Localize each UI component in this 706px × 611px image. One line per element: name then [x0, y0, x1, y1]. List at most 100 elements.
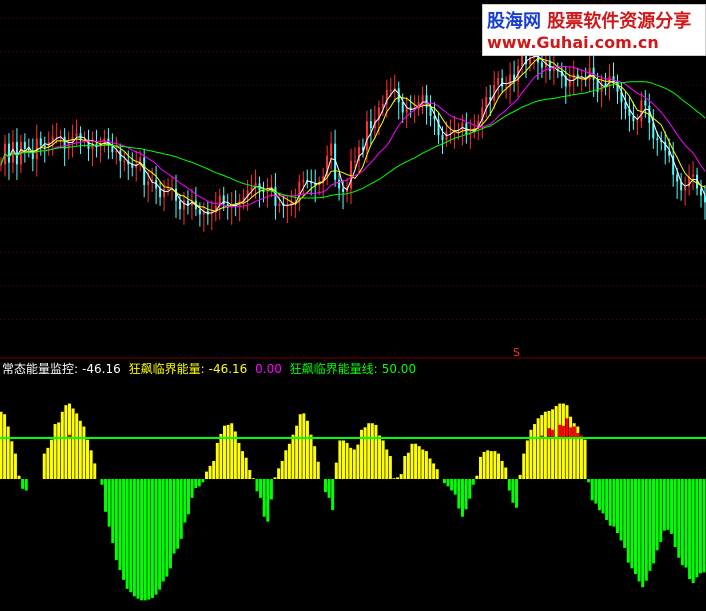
energy-bar-positive — [428, 458, 432, 479]
energy-bar-negative — [24, 479, 28, 491]
energy-bar-negative — [179, 479, 183, 539]
candle-body — [552, 69, 555, 72]
candle-body — [55, 136, 58, 138]
energy-bar-positive — [352, 449, 356, 479]
candle-body — [182, 200, 185, 210]
candle-body — [147, 181, 150, 186]
energy-bar-negative — [262, 479, 266, 517]
candlestick-layer — [0, 34, 706, 232]
energy-bar-positive — [67, 403, 71, 479]
energy-bar-positive — [82, 426, 86, 479]
candle-body — [401, 102, 404, 113]
energy-bar-negative — [269, 479, 273, 500]
energy-bar-negative — [132, 479, 136, 597]
energy-bar-positive — [6, 426, 10, 479]
energy-bar-exceed — [551, 429, 555, 438]
energy-bar-negative — [515, 479, 519, 508]
energy-bar-negative — [684, 479, 688, 568]
energy-bar-positive — [3, 414, 7, 479]
ma-long2-line — [0, 81, 706, 199]
energy-bar-negative — [190, 479, 194, 498]
energy-bar-positive — [338, 440, 342, 479]
energy-bar-negative — [637, 479, 641, 582]
energy-bar-negative — [673, 479, 677, 548]
energy-bar-negative — [107, 479, 111, 527]
energy-bar-negative — [168, 479, 172, 569]
energy-bar-negative — [194, 479, 198, 489]
energy-bar-positive — [89, 450, 93, 479]
energy-bar-negative — [662, 479, 666, 531]
line-label: 狂飙临界能量线: — [289, 362, 378, 376]
candle-body — [365, 121, 368, 151]
signal-marker: S — [513, 346, 520, 359]
candle-body — [461, 122, 464, 130]
candle-body — [684, 186, 687, 191]
energy-bar-negative — [140, 479, 144, 601]
energy-bar-negative — [104, 479, 108, 512]
energy-bar-negative — [688, 479, 692, 580]
energy-bar-negative — [619, 479, 623, 541]
energy-bar-positive — [432, 463, 436, 479]
energy-bar-positive — [403, 456, 407, 479]
energy-bar-negative — [21, 479, 25, 489]
energy-bar-positive — [60, 411, 64, 479]
candle-body — [485, 97, 488, 108]
energy-bar-negative — [680, 479, 684, 566]
critical-value: -46.16 — [208, 362, 248, 376]
energy-bar-negative — [143, 479, 147, 601]
energy-bar-positive — [417, 446, 421, 479]
energy-bar-negative — [659, 479, 663, 543]
energy-bar-negative — [114, 479, 118, 561]
energy-bar-positive — [251, 478, 255, 479]
candle-body — [11, 141, 14, 163]
critical-label: 狂飙临界能量: — [128, 362, 205, 376]
energy-bar-positive — [57, 422, 61, 479]
energy-bar-positive — [399, 474, 403, 479]
energy-bar-positive — [424, 451, 428, 479]
energy-bar-positive — [75, 413, 79, 479]
candle-body — [27, 148, 30, 151]
energy-bar-positive — [356, 444, 360, 479]
candle-body — [353, 160, 356, 162]
energy-bar-positive — [49, 439, 53, 479]
energy-bar-layer — [0, 403, 706, 601]
energy-bar-positive — [316, 461, 320, 479]
energy-bar-negative — [197, 479, 201, 487]
energy-bar-positive — [385, 449, 389, 479]
energy-bar-positive — [302, 413, 306, 479]
energy-bar-negative — [634, 479, 638, 575]
energy-bar-negative — [666, 479, 670, 530]
energy-bar-positive — [497, 453, 501, 479]
energy-bar-positive — [500, 460, 504, 479]
energy-bar-positive — [525, 440, 529, 479]
energy-bar-positive — [486, 450, 490, 479]
energy-bar-negative — [186, 479, 190, 515]
candle-body — [692, 174, 695, 177]
candle-body — [441, 135, 444, 141]
energy-bar-negative — [587, 479, 591, 483]
energy-bar-negative — [460, 479, 464, 517]
energy-bar-positive — [561, 403, 565, 479]
energy-bar-exceed — [561, 425, 565, 438]
extra-value: 0.00 — [255, 362, 282, 376]
energy-bar-negative — [111, 479, 115, 543]
energy-bar-positive — [244, 457, 248, 479]
energy-bar-negative — [511, 479, 515, 503]
energy-bar-negative — [147, 479, 151, 600]
energy-bar-negative — [129, 479, 133, 593]
candle-body — [540, 62, 543, 68]
energy-bar-negative — [590, 479, 594, 501]
energy-bar-exceed — [572, 426, 576, 438]
candle-body — [43, 145, 46, 148]
energy-bar-negative — [100, 479, 104, 485]
energy-bar-negative — [122, 479, 126, 580]
energy-bar-positive — [42, 453, 46, 479]
candle-body — [330, 143, 333, 156]
energy-bar-positive — [86, 439, 90, 479]
energy-bar-negative — [446, 479, 450, 487]
energy-bar-negative — [136, 479, 140, 599]
energy-bar-positive — [313, 446, 317, 479]
candle-body — [302, 179, 305, 182]
energy-bar-positive — [478, 456, 482, 479]
candle-body — [286, 205, 289, 207]
